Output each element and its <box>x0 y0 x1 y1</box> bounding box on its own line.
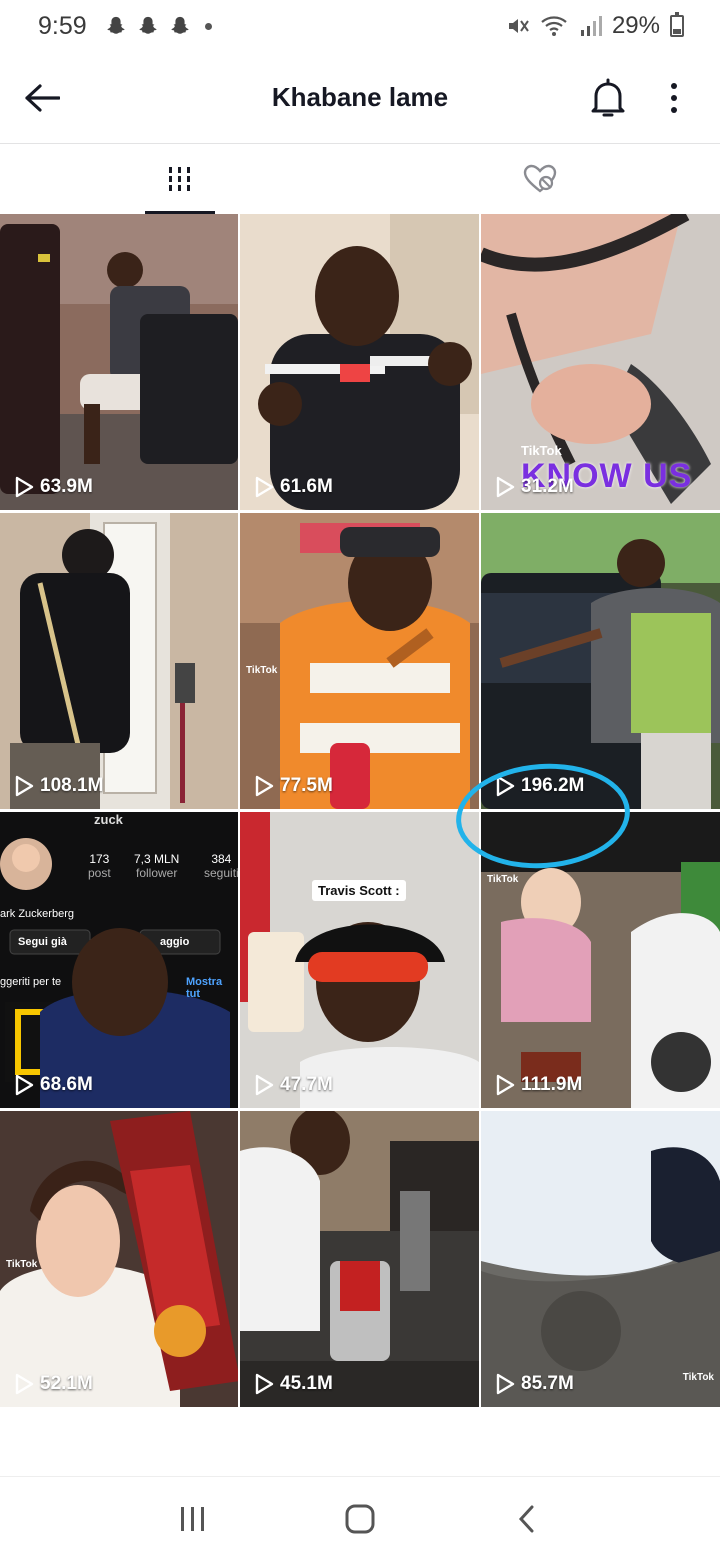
car-scene-image <box>481 513 720 809</box>
video-thumbnail[interactable]: TikTok 111.9M <box>481 812 720 1108</box>
travis-scene-image <box>240 812 479 1108</box>
tiktok-watermark: TikTok <box>521 443 562 458</box>
profile-screen-scene-image <box>0 812 238 1108</box>
back-button[interactable] <box>22 78 62 118</box>
view-count: 61.6M <box>254 476 333 498</box>
tab-liked[interactable] <box>360 144 720 214</box>
tab-videos[interactable] <box>0 144 360 214</box>
toothbrush-scene-image <box>240 214 479 510</box>
profile-header-text: zuck <box>94 812 123 827</box>
view-count: 47.7M <box>254 1074 333 1096</box>
play-icon <box>255 476 274 498</box>
signal-icon <box>580 16 602 36</box>
woman-car-scene-image <box>481 812 720 1108</box>
system-nav-bar <box>0 1476 720 1560</box>
kitchen-scene-image <box>240 1111 479 1407</box>
home-icon <box>345 1504 375 1533</box>
home-button[interactable] <box>340 1499 380 1539</box>
video-thumbnail[interactable]: KNOW US TikTok 31.2M <box>481 214 720 510</box>
play-icon <box>15 775 34 797</box>
notification-bell-button[interactable] <box>588 76 628 120</box>
bell-icon <box>591 78 625 117</box>
profile-suggested: ggeriti per te <box>0 976 62 988</box>
play-icon <box>496 476 515 498</box>
view-count: 85.7M <box>495 1373 574 1395</box>
play-icon <box>255 1074 274 1096</box>
video-thumbnail[interactable]: 196.2M <box>481 513 720 809</box>
recent-apps-button[interactable] <box>173 1499 213 1539</box>
view-count: 68.6M <box>14 1074 93 1096</box>
heart-hidden-icon <box>523 164 557 193</box>
profile-followers: 7,3 MLN follower <box>134 852 180 880</box>
view-count: 196.2M <box>495 775 584 797</box>
back-nav-button[interactable] <box>507 1499 547 1539</box>
view-count: 63.9M <box>14 476 93 498</box>
view-count: 108.1M <box>14 775 103 797</box>
snapchat-icon <box>106 16 125 34</box>
play-icon <box>15 1074 34 1096</box>
view-count: 45.1M <box>254 1373 333 1395</box>
status-time: 9:59 <box>38 11 87 40</box>
tiktok-watermark: TikTok <box>487 874 519 885</box>
profile-message-label: aggio <box>160 936 190 948</box>
more-vertical-icon <box>671 83 677 89</box>
video-thumbnail[interactable]: 61.6M <box>240 214 479 510</box>
video-thumbnail[interactable]: zuck 173 post 7,3 MLN follower 384 seguiti … <box>0 812 238 1108</box>
play-icon <box>496 775 515 797</box>
mute-icon <box>508 19 529 33</box>
arrow-left-icon <box>25 84 60 112</box>
profile-posts: 173 post <box>88 852 111 880</box>
notification-dot <box>204 22 212 30</box>
profile-name: ark Zuckerberg <box>0 908 74 920</box>
travis-scott-caption: Travis Scott : <box>312 880 406 901</box>
battery-percent: 29% <box>611 12 660 39</box>
video-thumbnail[interactable]: Travis Scott : 47.7M <box>240 812 479 1108</box>
play-icon <box>15 476 34 498</box>
video-thumbnail[interactable]: 108.1M <box>0 513 238 809</box>
tiktok-watermark: TikTok <box>682 1372 714 1383</box>
view-count: 111.9M <box>495 1074 582 1096</box>
play-icon <box>255 1373 274 1395</box>
video-thumbnail[interactable]: TikTok 85.7M <box>481 1111 720 1407</box>
play-icon <box>496 1373 515 1395</box>
video-thumbnail[interactable]: TikTok 52.1M <box>0 1111 238 1407</box>
orange-sweater-scene-image <box>240 513 479 809</box>
play-icon <box>496 1074 515 1096</box>
back-icon <box>518 1505 534 1532</box>
gym-scene-image <box>0 214 238 510</box>
door-scene-image <box>0 513 238 809</box>
battery-icon <box>670 12 684 37</box>
video-grid: 63.9M 61.6M KNOW US TikTok 31.2M 108.1M … <box>0 214 720 1407</box>
video-thumbnail[interactable]: TikTok 77.5M <box>240 513 479 809</box>
recent-apps-icon <box>181 1506 205 1531</box>
tiktok-watermark: TikTok <box>246 665 278 676</box>
view-count: 31.2M <box>495 476 574 498</box>
blurry-scene-image <box>481 1111 720 1407</box>
snapchat-icon <box>170 16 189 34</box>
grid-icon <box>169 167 190 191</box>
video-thumbnail[interactable]: 45.1M <box>240 1111 479 1407</box>
profile-header: Khabane lame <box>0 52 720 144</box>
view-count: 52.1M <box>14 1373 93 1395</box>
profile-tabs <box>0 144 720 214</box>
profile-show-all: Mostra tut <box>186 976 223 1000</box>
profile-follow-label: Segui già <box>18 936 67 948</box>
play-icon <box>15 1373 34 1395</box>
video-thumbnail[interactable]: 63.9M <box>0 214 238 510</box>
more-options-button[interactable] <box>660 76 688 120</box>
play-icon <box>255 775 274 797</box>
snapchat-icon <box>138 16 157 34</box>
profile-following: 384 seguiti <box>204 852 238 880</box>
view-count: 77.5M <box>254 775 333 797</box>
wifi-icon <box>541 16 567 36</box>
status-bar: 9:59 29% <box>0 0 720 52</box>
tiktok-watermark: TikTok <box>6 1259 38 1270</box>
